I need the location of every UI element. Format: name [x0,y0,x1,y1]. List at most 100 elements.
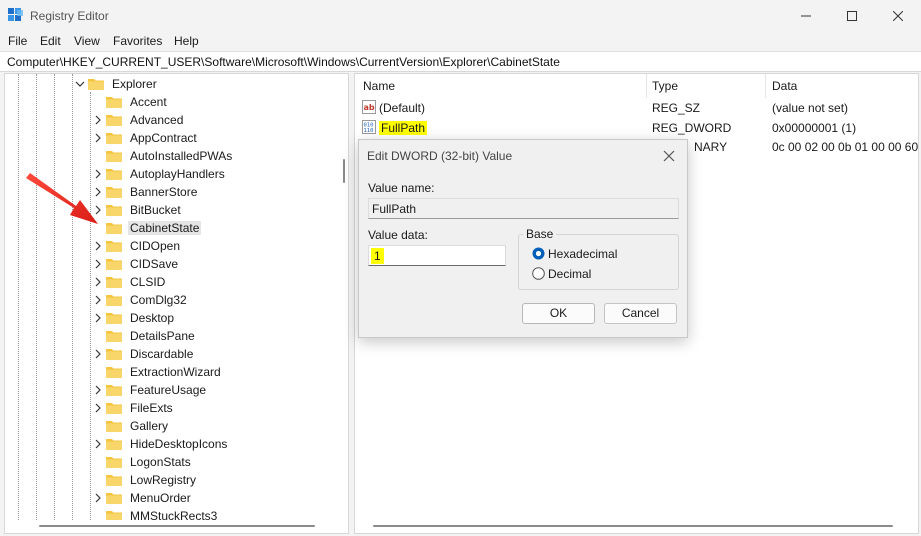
tree-item-label: BitBucket [130,203,181,217]
address-bar[interactable]: Computer\HKEY_CURRENT_USER\Software\Micr… [0,51,921,72]
folder-icon [106,457,122,468]
folder-icon [106,115,122,126]
tree-item-label: ExtractionWizard [130,365,221,379]
base-groupbox [518,234,679,290]
column-divider[interactable] [765,74,766,98]
chevron-down-icon [75,81,85,87]
value-row-fullpath[interactable]: 010 110 FullPath REG_DWORD 0x00000001 (1… [355,118,918,137]
value-name-label: Value name: [368,181,435,195]
maximize-button[interactable] [829,0,875,31]
cancel-button[interactable]: Cancel [604,303,677,324]
folder-icon [106,349,122,360]
value-name: (Default) [379,101,426,115]
tree-item-label: ComDlg32 [130,293,187,307]
registry-icon [8,8,23,21]
maximize-icon [847,10,857,21]
ok-button[interactable]: OK [522,303,595,324]
menu-view[interactable]: View [74,34,100,48]
value-data-text: 1 [371,248,384,264]
tree-item-label: LowRegistry [130,473,197,487]
value-name: FullPath [379,121,428,135]
column-header-name[interactable]: Name [363,79,395,93]
tree-item-label: CabinetState [128,221,202,235]
hexadecimal-label[interactable]: Hexadecimal [548,247,617,261]
menu-bar: File Edit View Favorites Help [0,31,921,51]
string-value-icon: ab [362,100,376,114]
folder-icon [106,205,122,216]
tree-vertical-scrollbar[interactable] [338,74,348,520]
value-data-input[interactable]: 1 [368,245,506,266]
value-data: 0x00000001 (1) [772,121,857,135]
folder-icon [106,97,122,108]
value-row-default[interactable]: ab (Default) REG_SZ (value not set) [355,98,918,117]
value-data: (value not set) [772,101,849,115]
close-button[interactable] [875,0,921,31]
folder-icon [106,223,122,234]
folder-icon [88,79,104,90]
chevron-right-icon[interactable] [93,439,103,449]
tree-item-label: FileExts [130,401,173,415]
chevron-right-icon[interactable] [93,295,103,305]
chevron-right-icon[interactable] [93,403,103,413]
chevron-right-icon[interactable] [93,133,103,143]
minimize-icon [801,15,811,16]
base-group-title: Base [523,227,557,241]
decimal-label[interactable]: Decimal [548,267,591,281]
svg-text:110: 110 [364,128,374,134]
annotation-arrow [26,173,98,224]
tree-item-label: CLSID [130,275,166,289]
tree-item-label: Desktop [130,311,175,325]
tree-horizontal-scroll-thumb[interactable] [39,525,315,527]
folder-icon [106,259,122,270]
chevron-right-icon[interactable] [93,385,103,395]
folder-icon [106,169,122,180]
chevron-right-icon[interactable] [93,349,103,359]
tree-guide [36,74,37,520]
menu-edit[interactable]: Edit [40,34,61,48]
column-header-type[interactable]: Type [652,79,678,93]
hexadecimal-radio[interactable] [532,247,545,260]
folder-icon [106,295,122,306]
tree-item-label: Accent [130,95,167,109]
folder-icon [106,241,122,252]
tree-item-label: FeatureUsage [130,383,207,397]
folder-icon [106,151,122,162]
tree-item-label: MenuOrder [130,491,191,505]
tree-horizontal-scrollbar[interactable] [5,520,348,533]
tree-item-label: Discardable [130,347,194,361]
value-type: REG_DWORD [652,121,732,135]
column-header-data[interactable]: Data [772,79,797,93]
chevron-right-icon[interactable] [93,313,103,323]
decimal-radio[interactable] [532,267,545,280]
chevron-right-icon[interactable] [93,259,103,269]
address-path: Computer\HKEY_CURRENT_USER\Software\Micr… [7,55,560,69]
minimize-button[interactable] [783,0,829,31]
folder-icon [106,475,122,486]
value-data: 0c 00 02 00 0b 01 00 00 60 00 [772,140,919,154]
value-name-field: FullPath [368,198,679,219]
tree-item-label: BannerStore [130,185,198,199]
tree-item-label: Gallery [130,419,169,433]
menu-favorites[interactable]: Favorites [113,34,162,48]
column-divider[interactable] [646,74,647,98]
menu-file[interactable]: File [8,34,27,48]
svg-text:ab: ab [364,103,375,112]
dialog-close-icon[interactable] [660,147,678,165]
list-horizontal-scrollbar[interactable] [355,520,918,533]
folder-icon [106,439,122,450]
folder-icon [106,403,122,414]
menu-help[interactable]: Help [174,34,199,48]
key-tree-pane[interactable]: Explorer Accent Advanced AppContract AutoIn… [4,73,349,534]
list-horizontal-scroll-thumb[interactable] [373,525,893,527]
tree-vertical-scroll-thumb[interactable] [343,159,345,183]
tree-guide [90,92,91,533]
chevron-right-icon[interactable] [93,277,103,287]
tree-item-label: HideDesktopIcons [130,437,228,451]
tree-item-label: CIDOpen [130,239,181,253]
chevron-right-icon[interactable] [93,115,103,125]
value-type: NARY [694,140,728,154]
tree-item-label: CIDSave [130,257,179,271]
binary-value-icon: 010 110 [362,120,376,134]
chevron-right-icon[interactable] [93,493,103,503]
chevron-right-icon[interactable] [93,241,103,251]
